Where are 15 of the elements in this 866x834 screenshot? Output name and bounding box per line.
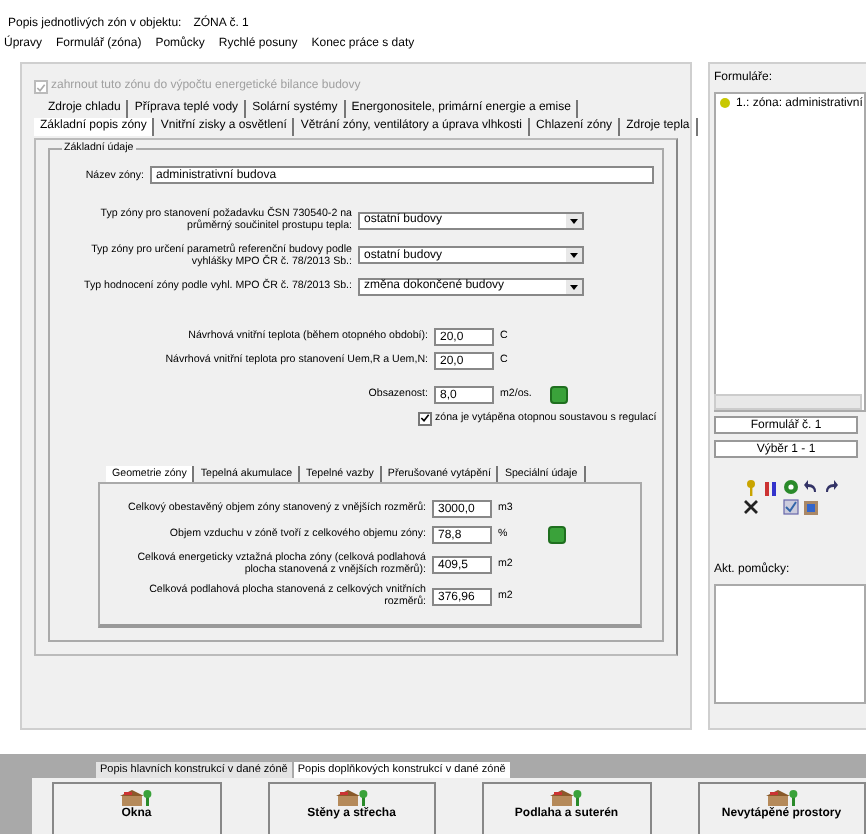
checkbox[interactable] [418, 411, 432, 426]
house-icon [333, 788, 370, 809]
close-icon[interactable] [742, 497, 760, 516]
calculator-button[interactable] [548, 526, 566, 545]
dropdown-arrow-icon [566, 248, 582, 263]
dropdown-arrow-icon [566, 213, 582, 228]
clipboard-icon[interactable] [802, 497, 820, 516]
house-icon [118, 788, 155, 809]
undo-icon[interactable] [802, 477, 820, 496]
house-icon [548, 788, 585, 809]
redo-icon[interactable] [822, 477, 840, 496]
checklist-icon[interactable] [782, 497, 800, 516]
calculator-button[interactable] [550, 385, 568, 404]
house-icon [763, 788, 800, 809]
dropdown-arrow-icon [566, 279, 582, 294]
